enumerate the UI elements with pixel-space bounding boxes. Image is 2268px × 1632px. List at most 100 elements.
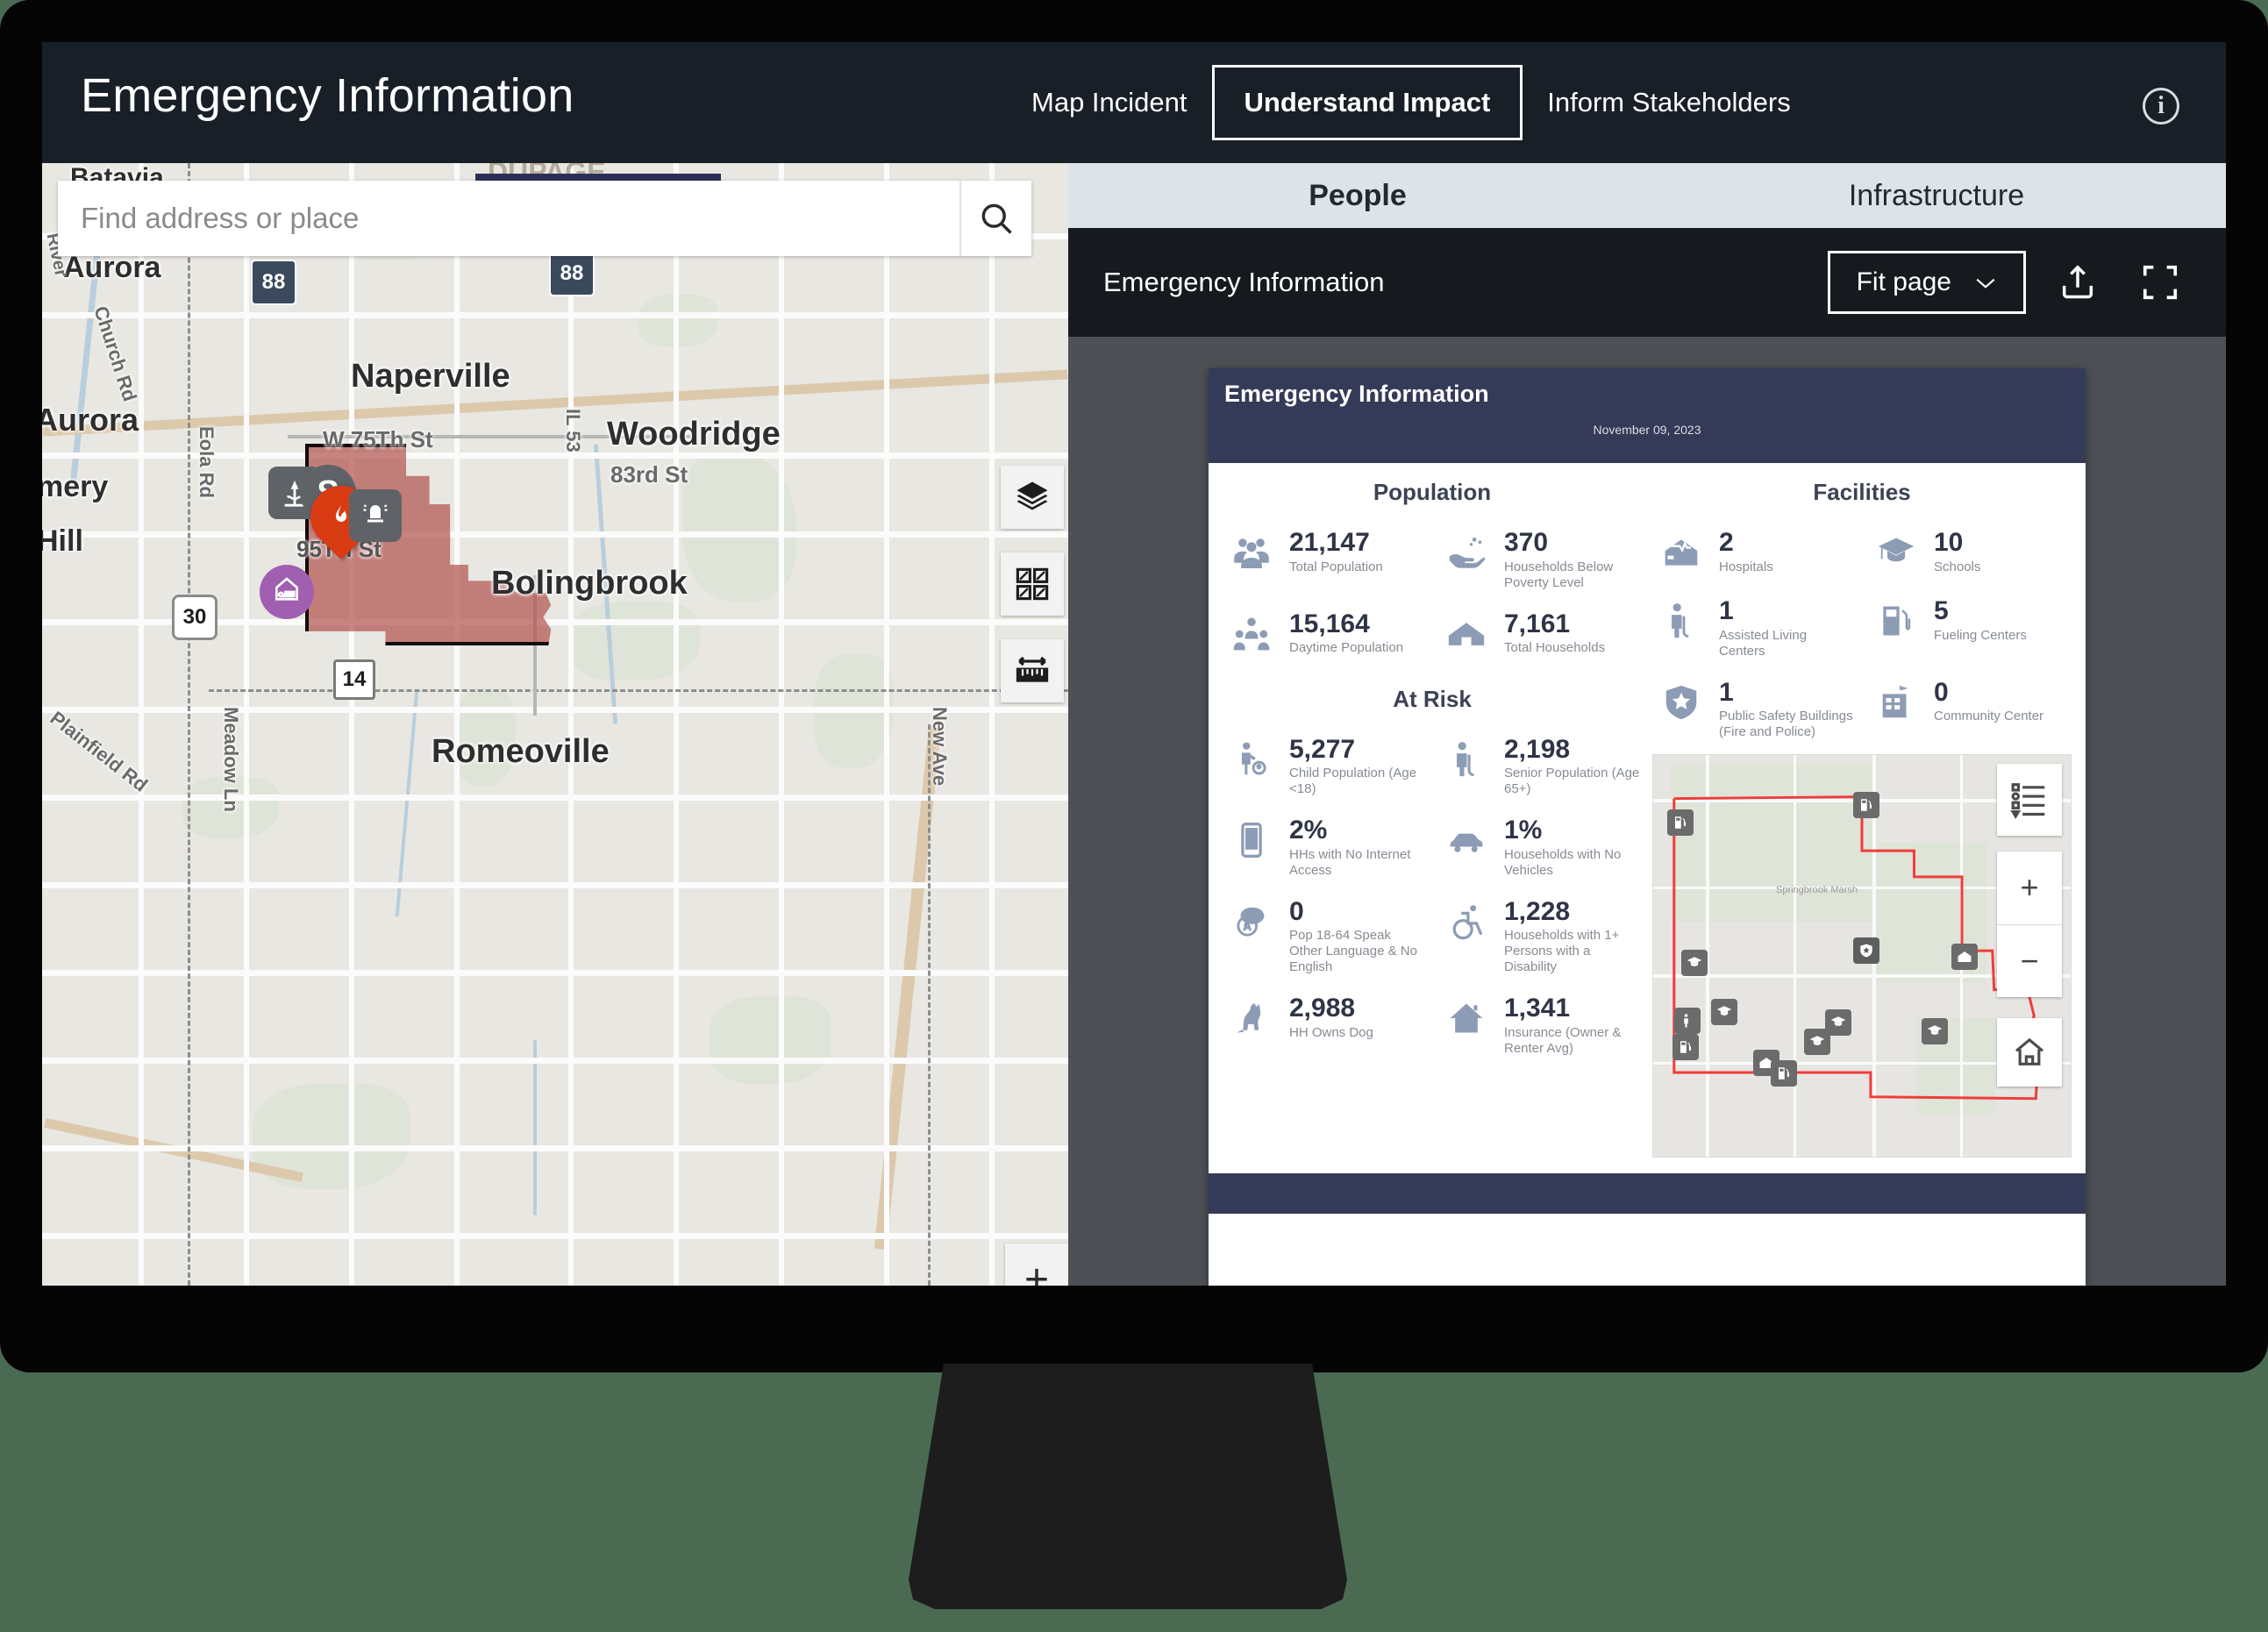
stat-label: Schools: [1934, 559, 1981, 574]
report-footer: [1209, 1173, 2086, 1214]
stat-value: 2: [1719, 528, 1734, 557]
fuel-pump-icon: [1869, 595, 1923, 646]
street-label: Eola Rd: [196, 426, 218, 498]
measure-icon[interactable]: [1001, 639, 1064, 702]
info-icon[interactable]: i: [2143, 88, 2179, 125]
facilities-stats: 2 Hospitals 10 Schools 1 Assisted Living…: [1647, 518, 2077, 749]
population-heading: Population: [1373, 479, 1492, 505]
stat-value: 1,341: [1504, 994, 1571, 1023]
screenshot-stage: Emergency Information Map Incident Under…: [0, 0, 2268, 1632]
stat-value: 5: [1934, 596, 1949, 625]
stat-hh-owns-dog: 2,988 HH Owns Dog: [1217, 984, 1432, 1065]
stat-no-vehicles: 1% Households with No Vehicles: [1432, 806, 1647, 887]
elderly-person-icon: [1654, 595, 1708, 646]
nav-inform-stakeholders[interactable]: Inform Stakeholders: [1523, 42, 1815, 163]
minimap-zoom-in-button[interactable]: +: [1997, 852, 2062, 925]
stat-assisted-living: 1 Assisted Living Centers: [1647, 587, 1862, 668]
shelter-marker[interactable]: [260, 565, 314, 619]
minimap-public-safety-marker: [1853, 937, 1879, 964]
shield-star-icon: [1654, 677, 1708, 728]
stat-label: Fueling Centers: [1934, 627, 2027, 643]
minimap-fuel-marker: [1853, 792, 1879, 818]
minimap-school-marker: [1711, 999, 1737, 1025]
fullscreen-icon[interactable]: [2129, 252, 2191, 313]
minimap-hospital-marker: [1951, 944, 1978, 970]
panel-tabs: People Infrastructure: [1068, 163, 2226, 228]
interstate-shield-icon: 88: [549, 251, 595, 296]
report-header: Emergency Information November 09, 2023: [1209, 368, 2086, 463]
report-body: Population 21,147 Total Population 370 H…: [1209, 463, 2086, 1173]
stat-senior-population: 2,198 Senior Population (Age 65+): [1432, 725, 1647, 807]
stat-label: Child Population (Age <18): [1289, 766, 1417, 796]
smartphone-icon: [1224, 815, 1279, 866]
minimap-legend-button[interactable]: [1997, 764, 2062, 836]
fit-page-dropdown[interactable]: Fit page: [1827, 251, 2026, 314]
nav-map-incident[interactable]: Map Incident: [1007, 42, 1212, 163]
stat-value: 1,228: [1504, 896, 1571, 926]
export-icon[interactable]: [2047, 252, 2108, 313]
stat-label: Community Center: [1934, 709, 2044, 723]
layers-icon[interactable]: [1001, 466, 1064, 529]
street-label: W 75Th St: [323, 426, 433, 453]
app-title: Emergency Information: [81, 69, 574, 122]
map-panel[interactable]: Batavia Aurora Naperville Aurora Woodrid…: [42, 163, 1068, 1286]
place-label: Bolingbrook: [491, 565, 688, 602]
stat-value: 2%: [1289, 816, 1328, 845]
state-route-shield-icon: 14: [333, 659, 375, 700]
stat-label: Hospitals: [1719, 559, 1773, 574]
stat-total-households: 7,161 Total Households: [1432, 600, 1647, 668]
child-ball-icon: [1224, 734, 1279, 785]
dog-icon: [1224, 993, 1279, 1044]
emergency-alarm-marker[interactable]: [349, 489, 402, 542]
report-right-column: Facilities 2 Hospitals 10 Schools 1 Assi…: [1647, 479, 2077, 1166]
facilities-heading: Facilities: [1813, 479, 1911, 505]
monitor-stand: [909, 1364, 1347, 1609]
stat-value: 0: [1289, 896, 1304, 926]
house-icon: [1439, 609, 1494, 659]
right-panel: People Infrastructure Emergency Informat…: [1068, 163, 2226, 1286]
report-date: November 09, 2023: [1593, 423, 1701, 437]
hospital-icon: [1654, 527, 1708, 578]
minimap-home-button[interactable]: [1997, 1018, 2062, 1087]
stat-disability-households: 1,228 Households with 1+ Persons with a …: [1432, 887, 1647, 985]
panel-title: Emergency Information: [1103, 267, 1385, 297]
stat-value: 0: [1934, 677, 1949, 707]
minimap-fuel-marker: [1667, 809, 1694, 836]
infographic-report: Emergency Information November 09, 2023 …: [1209, 368, 2086, 1286]
stat-daytime-population: 15,164 Daytime Population: [1217, 600, 1432, 668]
interstate-shield-icon: 88: [251, 260, 296, 305]
report-minimap[interactable]: Springbrook Marsh + −: [1652, 754, 2072, 1158]
people-group-icon: [1224, 527, 1279, 578]
stat-value: 10: [1934, 528, 1964, 557]
stat-label: Senior Population (Age 65+): [1504, 766, 1640, 796]
search-input[interactable]: [58, 181, 959, 256]
stat-label: Daytime Population: [1289, 640, 1404, 655]
report-left-column: Population 21,147 Total Population 370 H…: [1217, 479, 1647, 1166]
stat-value: 1%: [1504, 816, 1543, 845]
population-stats: 21,147 Total Population 370 Households B…: [1217, 518, 1647, 668]
map-zoom-in-button[interactable]: +: [1005, 1244, 1068, 1286]
stat-no-internet-access: 2% HHs with No Internet Access: [1217, 806, 1432, 887]
search-box[interactable]: [58, 181, 1031, 256]
stat-value: 370: [1504, 528, 1549, 557]
stat-value: 2,988: [1289, 994, 1356, 1023]
place-label: Aurora: [42, 402, 139, 438]
wheelchair-icon: [1439, 896, 1494, 947]
search-button[interactable]: [959, 181, 1031, 256]
tab-infrastructure[interactable]: Infrastructure: [1647, 163, 2226, 228]
report-viewport[interactable]: Emergency Information November 09, 2023 …: [1068, 337, 2226, 1286]
minimap-fuel-marker: [1771, 1060, 1797, 1087]
screen: Emergency Information Map Incident Under…: [42, 42, 2226, 1286]
nav-understand-impact[interactable]: Understand Impact: [1211, 65, 1523, 140]
chevron-down-icon: [1974, 267, 1997, 297]
stat-other-language: 0 Pop 18-64 Speak Other Language & No En…: [1217, 887, 1432, 985]
street-label: New Ave: [929, 707, 951, 787]
minimap-zoom-out-button[interactable]: −: [1997, 925, 2062, 998]
people-three-icon: [1224, 609, 1279, 659]
stat-label: Assisted Living Centers: [1719, 627, 1808, 659]
place-label: Romeoville: [431, 733, 610, 770]
fit-page-label: Fit page: [1856, 267, 1951, 296]
tab-people[interactable]: People: [1068, 163, 1647, 228]
stat-fueling-centers: 5 Fueling Centers: [1862, 587, 2077, 668]
basemap-gallery-icon[interactable]: [1001, 552, 1064, 616]
